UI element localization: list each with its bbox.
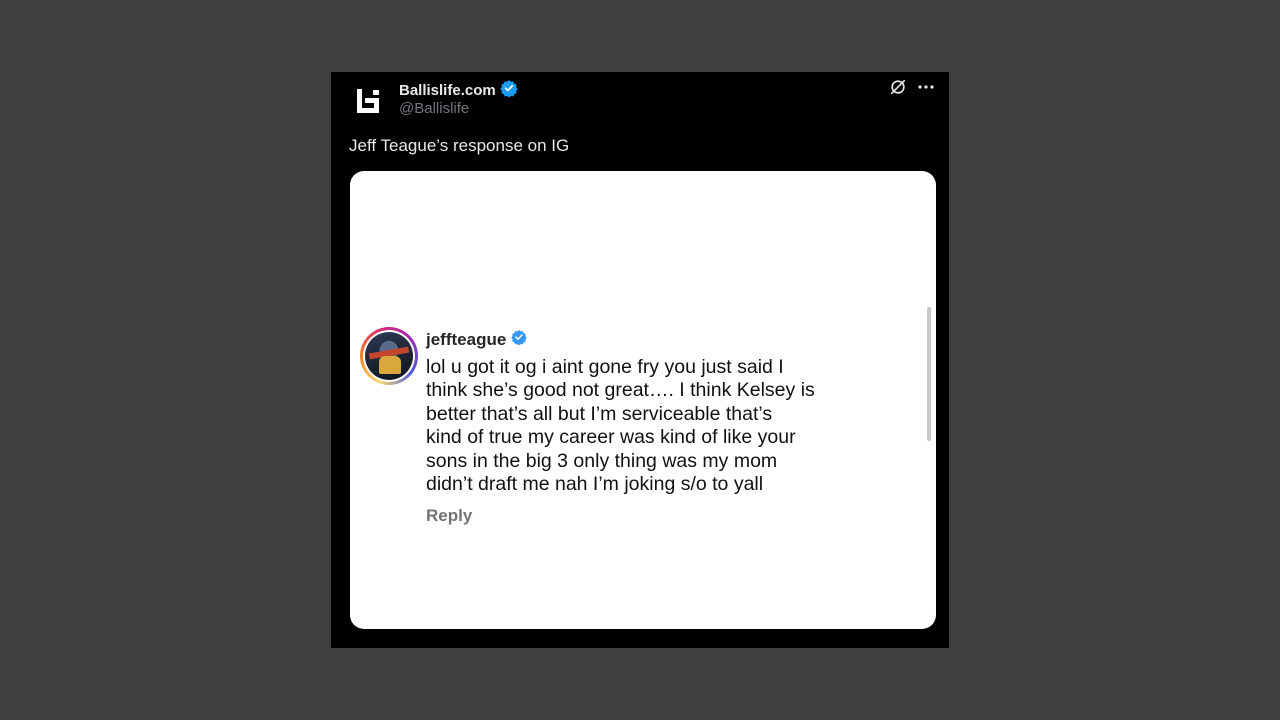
ig-verified-badge-icon — [511, 329, 528, 350]
ballislife-logo-icon[interactable] — [349, 82, 389, 122]
ig-comment-text: lol u got it og i aint gone fry you just… — [426, 356, 815, 496]
header-actions — [889, 78, 935, 96]
tweet-media-image[interactable]: jeffteague lol u got it og i aint gone f… — [350, 171, 936, 629]
author-name[interactable]: Ballislife.com — [399, 82, 496, 99]
ig-avatar[interactable] — [360, 327, 418, 385]
tweet-card: Ballislife.com @Ballislife Jeff Teague’s… — [331, 72, 949, 648]
scrollbar[interactable] — [927, 307, 931, 441]
ig-username-row: jeffteague — [426, 329, 528, 350]
ig-avatar-photo — [365, 332, 413, 380]
avatar-jersey — [379, 356, 401, 374]
tweet-text: Jeff Teague’s response on IG — [349, 136, 570, 155]
ig-reply-button[interactable]: Reply — [426, 506, 472, 526]
grok-icon[interactable] — [889, 78, 907, 96]
ig-avatar-border — [363, 330, 415, 382]
author-name-row: Ballislife.com — [399, 79, 518, 102]
more-options-icon[interactable] — [917, 78, 935, 96]
ig-username[interactable]: jeffteague — [426, 330, 506, 350]
author-handle[interactable]: @Ballislife — [399, 100, 469, 117]
verified-badge-icon — [500, 79, 518, 102]
